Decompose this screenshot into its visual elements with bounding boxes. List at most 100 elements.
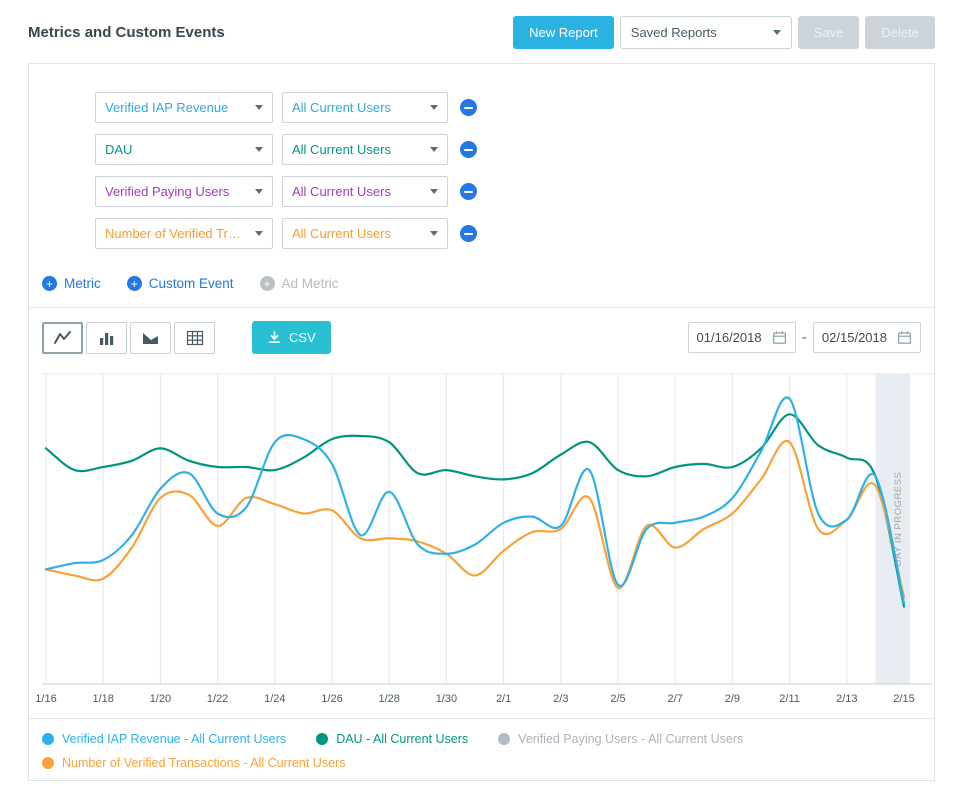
svg-text:2/15: 2/15	[893, 693, 914, 705]
line-chart[interactable]: 1/161/181/201/221/241/261/281/302/12/32/…	[42, 368, 932, 712]
segment-select-label: All Current Users	[292, 184, 391, 199]
calendar-icon	[772, 330, 787, 345]
legend-label: DAU - All Current Users	[336, 732, 468, 746]
date-to-value: 02/15/2018	[822, 330, 887, 345]
save-button[interactable]: Save	[798, 16, 860, 49]
chart-legend: Verified IAP Revenue - All Current Users…	[29, 718, 934, 770]
line-chart-icon	[53, 329, 73, 347]
svg-text:2/1: 2/1	[496, 693, 511, 705]
segment-select[interactable]: All Current Users	[282, 92, 448, 123]
svg-text:1/28: 1/28	[378, 693, 399, 705]
svg-text:2/7: 2/7	[668, 693, 683, 705]
delete-button[interactable]: Delete	[865, 16, 935, 49]
metric-rows: Verified IAP Revenue All Current Users D…	[29, 64, 934, 249]
metric-row: Number of Verified Trans... All Current …	[95, 218, 934, 249]
chevron-down-icon	[255, 189, 263, 194]
csv-download-button[interactable]: CSV	[252, 321, 331, 354]
saved-reports-select[interactable]: Saved Reports	[620, 16, 792, 49]
svg-text:2/11: 2/11	[779, 693, 800, 705]
download-icon	[267, 330, 282, 345]
svg-text:1/18: 1/18	[92, 693, 113, 705]
segment-select-label: All Current Users	[292, 226, 391, 241]
add-custom-event-button[interactable]: Custom Event	[127, 276, 234, 291]
line-chart-button[interactable]	[42, 322, 83, 354]
csv-label: CSV	[289, 330, 316, 345]
chevron-down-icon	[773, 30, 781, 35]
plus-icon	[260, 276, 275, 291]
topbar-actions: New Report Saved Reports Save Delete	[513, 16, 935, 49]
remove-metric-button[interactable]	[460, 225, 477, 242]
date-to-input[interactable]: 02/15/2018	[813, 322, 921, 353]
svg-text:1/24: 1/24	[264, 693, 285, 705]
legend-item[interactable]: Number of Verified Transactions - All Cu…	[42, 756, 345, 770]
topbar: Metrics and Custom Events New Report Sav…	[0, 0, 953, 49]
svg-text:1/26: 1/26	[321, 693, 342, 705]
legend-label: Verified Paying Users - All Current User…	[518, 732, 743, 746]
chevron-down-icon	[430, 105, 438, 110]
legend-item[interactable]: DAU - All Current Users	[316, 732, 468, 746]
date-from-value: 01/16/2018	[697, 330, 762, 345]
remove-metric-button[interactable]	[460, 99, 477, 116]
new-report-button[interactable]: New Report	[513, 16, 614, 49]
bar-chart-button[interactable]	[86, 322, 127, 354]
metric-select-label: Number of Verified Trans...	[105, 226, 247, 241]
minus-icon	[464, 233, 473, 235]
add-ad-metric-label: Ad Metric	[282, 276, 339, 291]
remove-metric-button[interactable]	[460, 183, 477, 200]
metric-select-label: DAU	[105, 142, 132, 157]
legend-label: Number of Verified Transactions - All Cu…	[62, 756, 345, 770]
date-from-input[interactable]: 01/16/2018	[688, 322, 796, 353]
svg-text:1/22: 1/22	[207, 693, 228, 705]
bar-chart-icon	[97, 329, 117, 347]
chevron-down-icon	[255, 105, 263, 110]
metric-select[interactable]: Verified IAP Revenue	[95, 92, 273, 123]
plus-icon	[42, 276, 57, 291]
svg-text:2/9: 2/9	[725, 693, 740, 705]
add-metric-button[interactable]: Metric	[42, 276, 101, 291]
chevron-down-icon	[255, 231, 263, 236]
remove-metric-button[interactable]	[460, 141, 477, 158]
metric-row: Verified Paying Users All Current Users	[95, 176, 934, 207]
report-panel: Verified IAP Revenue All Current Users D…	[28, 63, 935, 781]
add-ad-metric-button[interactable]: Ad Metric	[260, 276, 339, 291]
chart-area: 1/161/181/201/221/241/261/281/302/12/32/…	[29, 360, 934, 712]
segment-select[interactable]: All Current Users	[282, 176, 448, 207]
legend-dot-icon	[42, 757, 54, 769]
svg-text:2/3: 2/3	[553, 693, 568, 705]
segment-select-label: All Current Users	[292, 100, 391, 115]
svg-text:1/30: 1/30	[436, 693, 457, 705]
page-title: Metrics and Custom Events	[28, 24, 225, 41]
minus-icon	[464, 107, 473, 109]
legend-item[interactable]: Verified IAP Revenue - All Current Users	[42, 732, 286, 746]
legend-dot-icon	[498, 733, 510, 745]
plus-icon	[127, 276, 142, 291]
svg-text:1/20: 1/20	[150, 693, 171, 705]
area-chart-button[interactable]	[130, 322, 171, 354]
chevron-down-icon	[430, 147, 438, 152]
svg-text:2/5: 2/5	[610, 693, 625, 705]
metric-select[interactable]: Verified Paying Users	[95, 176, 273, 207]
minus-icon	[464, 191, 473, 193]
calendar-icon	[897, 330, 912, 345]
legend-dot-icon	[316, 733, 328, 745]
segment-select-label: All Current Users	[292, 142, 391, 157]
segment-select[interactable]: All Current Users	[282, 134, 448, 165]
minus-icon	[464, 149, 473, 151]
add-row: Metric Custom Event Ad Metric	[29, 260, 934, 308]
legend-item[interactable]: Verified Paying Users - All Current User…	[498, 732, 743, 746]
add-custom-event-label: Custom Event	[149, 276, 234, 291]
segment-select[interactable]: All Current Users	[282, 218, 448, 249]
legend-dot-icon	[42, 733, 54, 745]
metric-row: Verified IAP Revenue All Current Users	[95, 92, 934, 123]
metric-select[interactable]: DAU	[95, 134, 273, 165]
metric-select-label: Verified IAP Revenue	[105, 100, 228, 115]
chevron-down-icon	[255, 147, 263, 152]
metric-select-label: Verified Paying Users	[105, 184, 229, 199]
table-icon	[185, 329, 205, 347]
table-view-button[interactable]	[174, 322, 215, 354]
metric-row: DAU All Current Users	[95, 134, 934, 165]
area-chart-icon	[141, 329, 161, 347]
chevron-down-icon	[430, 231, 438, 236]
metric-select[interactable]: Number of Verified Trans...	[95, 218, 273, 249]
chevron-down-icon	[430, 189, 438, 194]
